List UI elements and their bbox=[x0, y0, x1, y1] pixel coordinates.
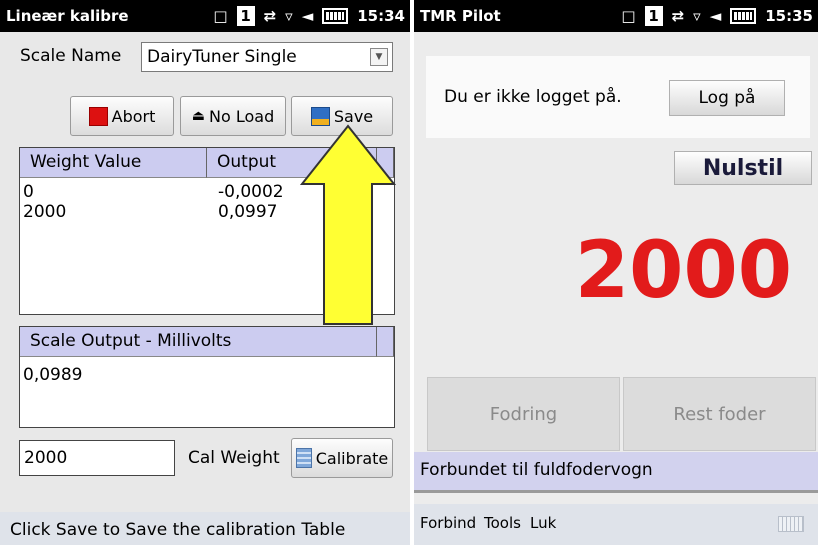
clock: 15:34 bbox=[357, 7, 405, 25]
scale-output-list[interactable]: Scale Output - Millivolts 0,0989 bbox=[19, 326, 395, 428]
signal-icon: ▿ bbox=[285, 7, 293, 25]
battery-icon bbox=[322, 8, 349, 24]
column-header-weight[interactable]: Weight Value bbox=[20, 148, 207, 178]
reset-button[interactable]: Nulstil bbox=[674, 151, 812, 185]
volume-icon[interactable]: ◄ bbox=[710, 7, 722, 25]
phone-icon: □ bbox=[213, 7, 228, 25]
table-cell: 0,0997 bbox=[218, 202, 278, 222]
cal-weight-label: Cal Weight bbox=[188, 448, 280, 468]
calibrate-button-label: Calibrate bbox=[315, 448, 389, 468]
window-title: TMR Pilot bbox=[420, 7, 501, 25]
scale-output-header: Scale Output - Millivolts bbox=[20, 327, 377, 357]
tmr-pilot-screen: TMR Pilot □ 1 ⇄ ▿ ◄ 15:35 Du er ikke log… bbox=[414, 0, 818, 545]
table-cell: 0 bbox=[23, 182, 34, 202]
clock: 15:35 bbox=[765, 7, 813, 25]
chevron-down-icon[interactable]: ▼ bbox=[370, 48, 388, 66]
battery-icon bbox=[730, 8, 757, 24]
keyboard-icon[interactable] bbox=[778, 516, 804, 532]
scale-output-value: 0,0989 bbox=[23, 365, 83, 385]
menu-bar: Forbind Tools Luk bbox=[414, 504, 818, 545]
stop-icon bbox=[88, 106, 108, 126]
weight-display: 2000 bbox=[574, 226, 792, 316]
status-bar: TMR Pilot □ 1 ⇄ ▿ ◄ 15:35 bbox=[414, 0, 818, 32]
calculator-icon bbox=[295, 448, 312, 468]
signal-icon: ▿ bbox=[693, 7, 701, 25]
no-load-button-label: No Load bbox=[209, 106, 275, 126]
login-button[interactable]: Log på bbox=[669, 80, 785, 116]
connection-status: Forbundet til fuldfodervogn bbox=[414, 452, 818, 490]
connectivity-icon[interactable]: ⇄ bbox=[672, 7, 685, 25]
status-bar: Lineær kalibre □ 1 ⇄ ▿ ◄ 15:34 bbox=[0, 0, 410, 32]
abort-button[interactable]: Abort bbox=[70, 96, 174, 136]
rest-feed-button[interactable]: Rest foder bbox=[623, 377, 816, 451]
no-load-button[interactable]: ⏏ No Load bbox=[180, 96, 286, 136]
pointer-arrow bbox=[299, 124, 397, 325]
login-status-text: Du er ikke logget på. bbox=[444, 87, 622, 107]
scale-name-select[interactable]: DairyTuner Single ▼ bbox=[141, 42, 393, 72]
scale-name-value: DairyTuner Single bbox=[147, 47, 297, 67]
connectivity-icon[interactable]: ⇄ bbox=[264, 7, 277, 25]
notification-badge: 1 bbox=[644, 6, 663, 26]
window-title: Lineær kalibre bbox=[6, 7, 129, 25]
table-cell: -0,0002 bbox=[218, 182, 284, 202]
calibrate-button[interactable]: Calibrate bbox=[291, 438, 393, 478]
menu-item-tools[interactable]: Tools bbox=[484, 514, 521, 532]
calibration-screen: Lineær kalibre □ 1 ⇄ ▿ ◄ 15:34 Scale Nam… bbox=[0, 0, 410, 545]
notification-badge: 1 bbox=[236, 6, 255, 26]
hint-text: Click Save to Save the calibration Table bbox=[10, 520, 346, 540]
scale-name-label: Scale Name bbox=[20, 46, 122, 66]
phone-icon: □ bbox=[621, 7, 636, 25]
menu-item-connect[interactable]: Forbind bbox=[420, 514, 476, 532]
eject-icon: ⏏ bbox=[191, 108, 205, 124]
abort-button-label: Abort bbox=[111, 106, 156, 126]
table-cell: 2000 bbox=[23, 202, 67, 222]
volume-icon[interactable]: ◄ bbox=[302, 7, 314, 25]
cal-weight-input[interactable]: 2000 bbox=[19, 440, 175, 476]
feed-button[interactable]: Fodring bbox=[427, 377, 620, 451]
menu-item-close[interactable]: Luk bbox=[530, 514, 556, 532]
column-header-spacer bbox=[377, 327, 394, 357]
